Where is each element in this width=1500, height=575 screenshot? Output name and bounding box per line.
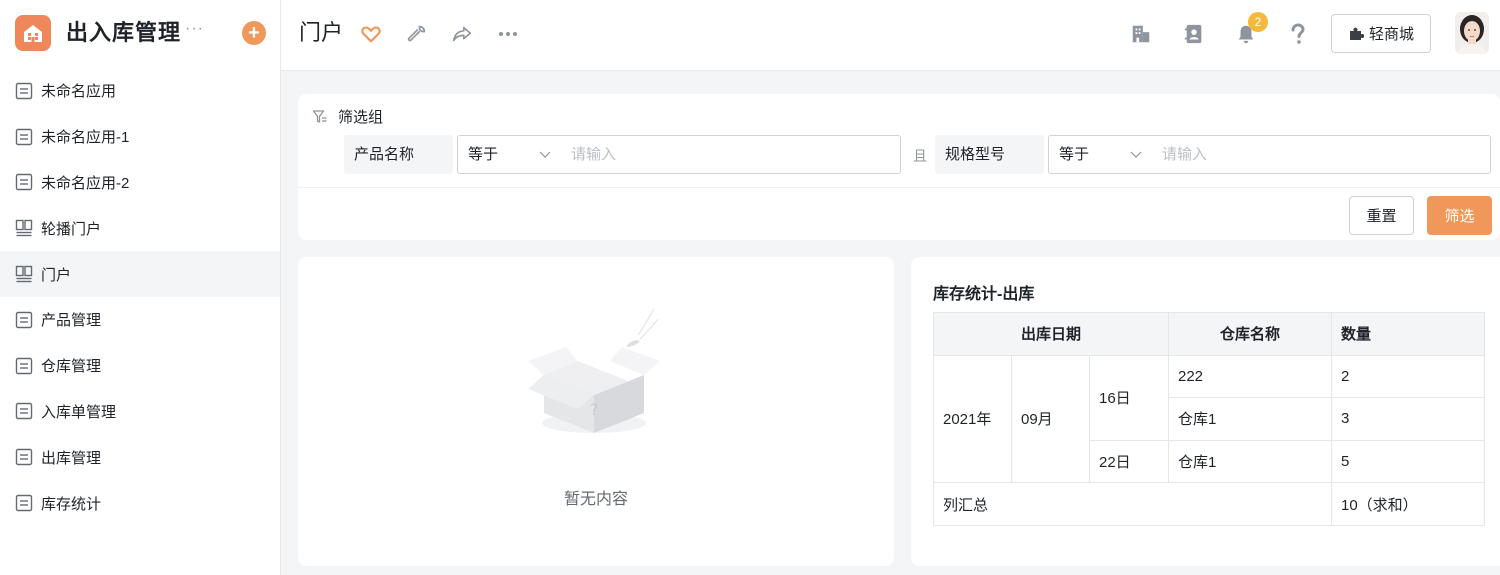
favorite-heart-icon[interactable] (359, 22, 383, 46)
stats-title: 库存统计-出库 (933, 286, 1035, 303)
filter-divider (298, 187, 1500, 188)
sidebar-item-label: 轮播门户 (41, 220, 102, 238)
form-icon (15, 402, 33, 420)
app-more-icon[interactable]: ··· (185, 20, 204, 38)
product-name-input[interactable] (561, 135, 901, 174)
sidebar-item-outbound-management[interactable]: 出库管理 (0, 434, 280, 480)
portal-icon (15, 219, 33, 237)
sidebar-item-unnamed-app-2[interactable]: 未命名应用-2 (0, 160, 280, 206)
form-icon (15, 311, 33, 329)
app-logo-icon[interactable] (15, 15, 51, 51)
sidebar-item-label: 库存统计 (41, 495, 102, 513)
empty-box-icon: ? (528, 308, 660, 433)
form-icon (15, 448, 33, 466)
filter-icon (312, 109, 327, 123)
sidebar-item-inbound-management[interactable]: 入库单管理 (0, 389, 280, 435)
pivot-table: 出库日期 仓库名称 数量 2021年 09月 16日 222 2 仓库1 3 2… (933, 312, 1485, 526)
empty-state-text: 暂无内容 (563, 491, 628, 508)
form-icon (15, 494, 33, 512)
sidebar-item-carousel-portal[interactable]: 轮播门户 (0, 205, 280, 251)
more-icon[interactable] (496, 22, 520, 46)
product-name-field-label: 产品名称 (344, 135, 453, 174)
sidebar-item-label: 门户 (41, 266, 72, 284)
header-outbound-date: 出库日期 (933, 312, 1169, 356)
sidebar-item-unnamed-app-1[interactable]: 未命名应用-1 (0, 114, 280, 160)
warehouse-cell: 222 (1168, 354, 1332, 399)
help-icon[interactable] (1286, 22, 1310, 46)
sidebar-item-unnamed-app[interactable]: 未命名应用 (0, 68, 280, 114)
and-connector: 且 (913, 148, 927, 164)
portal-icon (15, 265, 33, 283)
light-mall-label: 轻商城 (1368, 26, 1414, 43)
day-cell: 22日 (1089, 439, 1169, 484)
header-quantity: 数量 (1331, 312, 1485, 356)
quantity-cell: 2 (1331, 354, 1485, 399)
total-label-cell: 列汇总 (933, 482, 1332, 526)
organization-icon[interactable] (1129, 22, 1153, 46)
contacts-icon[interactable] (1182, 22, 1206, 46)
inventory-stats-card: 库存统计-出库 出库日期 仓库名称 数量 2021年 09月 16日 222 2… (911, 257, 1500, 566)
app-header: 出入库管理 ··· + (0, 0, 280, 70)
sidebar-item-label: 出库管理 (41, 449, 102, 467)
table-total-row: 列汇总 10（求和） (933, 482, 1485, 526)
wrench-icon[interactable] (405, 22, 429, 46)
spec-model-input[interactable] (1152, 135, 1491, 174)
light-mall-button[interactable]: 轻商城 (1331, 14, 1431, 53)
operator-value: 等于 (468, 146, 499, 163)
day-cell: 16日 (1089, 354, 1169, 441)
sidebar-nav: 未命名应用 未命名应用-1 未命名应用-2 轮播门户 门户 产品管理 仓库管理 … (0, 68, 280, 526)
product-name-operator-select[interactable]: 等于 (457, 135, 562, 174)
operator-value: 等于 (1059, 146, 1090, 163)
chevron-down-icon (1130, 136, 1142, 188)
total-value-cell: 10（求和） (1331, 482, 1485, 526)
sidebar: 出入库管理 ··· + 未命名应用 未命名应用-1 未命名应用-2 轮播门户 门… (0, 0, 281, 575)
spec-model-field-label: 规格型号 (935, 135, 1044, 174)
svg-text:?: ? (590, 400, 599, 419)
warehouse-cell: 仓库1 (1168, 397, 1332, 441)
sidebar-item-product-management[interactable]: 产品管理 (0, 297, 280, 343)
month-cell: 09月 (1011, 354, 1090, 484)
year-cell: 2021年 (933, 354, 1012, 484)
form-icon (15, 173, 33, 191)
sidebar-item-warehouse-management[interactable]: 仓库管理 (0, 343, 280, 389)
notification-badge: 2 (1248, 12, 1268, 32)
form-icon (15, 128, 33, 146)
share-icon[interactable] (450, 22, 474, 46)
user-avatar[interactable] (1455, 12, 1489, 54)
chevron-down-icon (539, 136, 551, 188)
sidebar-item-label: 仓库管理 (41, 358, 102, 376)
puzzle-icon (1349, 27, 1364, 40)
sidebar-item-label: 未命名应用-2 (41, 174, 130, 192)
filter-button[interactable]: 筛选 (1427, 196, 1492, 235)
sidebar-item-label: 入库单管理 (41, 403, 117, 421)
reset-button[interactable]: 重置 (1349, 196, 1414, 235)
add-icon[interactable]: + (242, 21, 266, 45)
header-warehouse-name: 仓库名称 (1168, 312, 1332, 356)
sidebar-item-portal[interactable]: 门户 (0, 251, 280, 297)
sidebar-item-label: 未命名应用-1 (41, 129, 130, 147)
sidebar-item-label: 未命名应用 (41, 83, 117, 101)
filter-group-header: 筛选组 (312, 106, 383, 127)
form-icon (15, 357, 33, 375)
sidebar-item-inventory-stats[interactable]: 库存统计 (0, 480, 280, 526)
table-header-row: 出库日期 仓库名称 数量 (933, 312, 1485, 356)
spec-model-operator-select[interactable]: 等于 (1048, 135, 1153, 174)
table-row: 2021年 09月 16日 222 2 (933, 354, 1485, 484)
form-icon (15, 82, 33, 100)
warehouse-cell: 仓库1 (1168, 439, 1332, 484)
sidebar-item-label: 产品管理 (41, 312, 102, 330)
quantity-cell: 3 (1331, 397, 1485, 441)
quantity-cell: 5 (1331, 439, 1485, 484)
filter-card: 筛选组 产品名称 等于 且 规格型号 等于 重置 筛选 (298, 94, 1500, 240)
empty-content-card: ? 暂无内容 (298, 257, 894, 566)
top-bar: 门户 (281, 0, 1500, 71)
app-title: 出入库管理 (66, 20, 182, 45)
filter-group-label: 筛选组 (338, 109, 384, 126)
page-title: 门户 (299, 20, 344, 45)
